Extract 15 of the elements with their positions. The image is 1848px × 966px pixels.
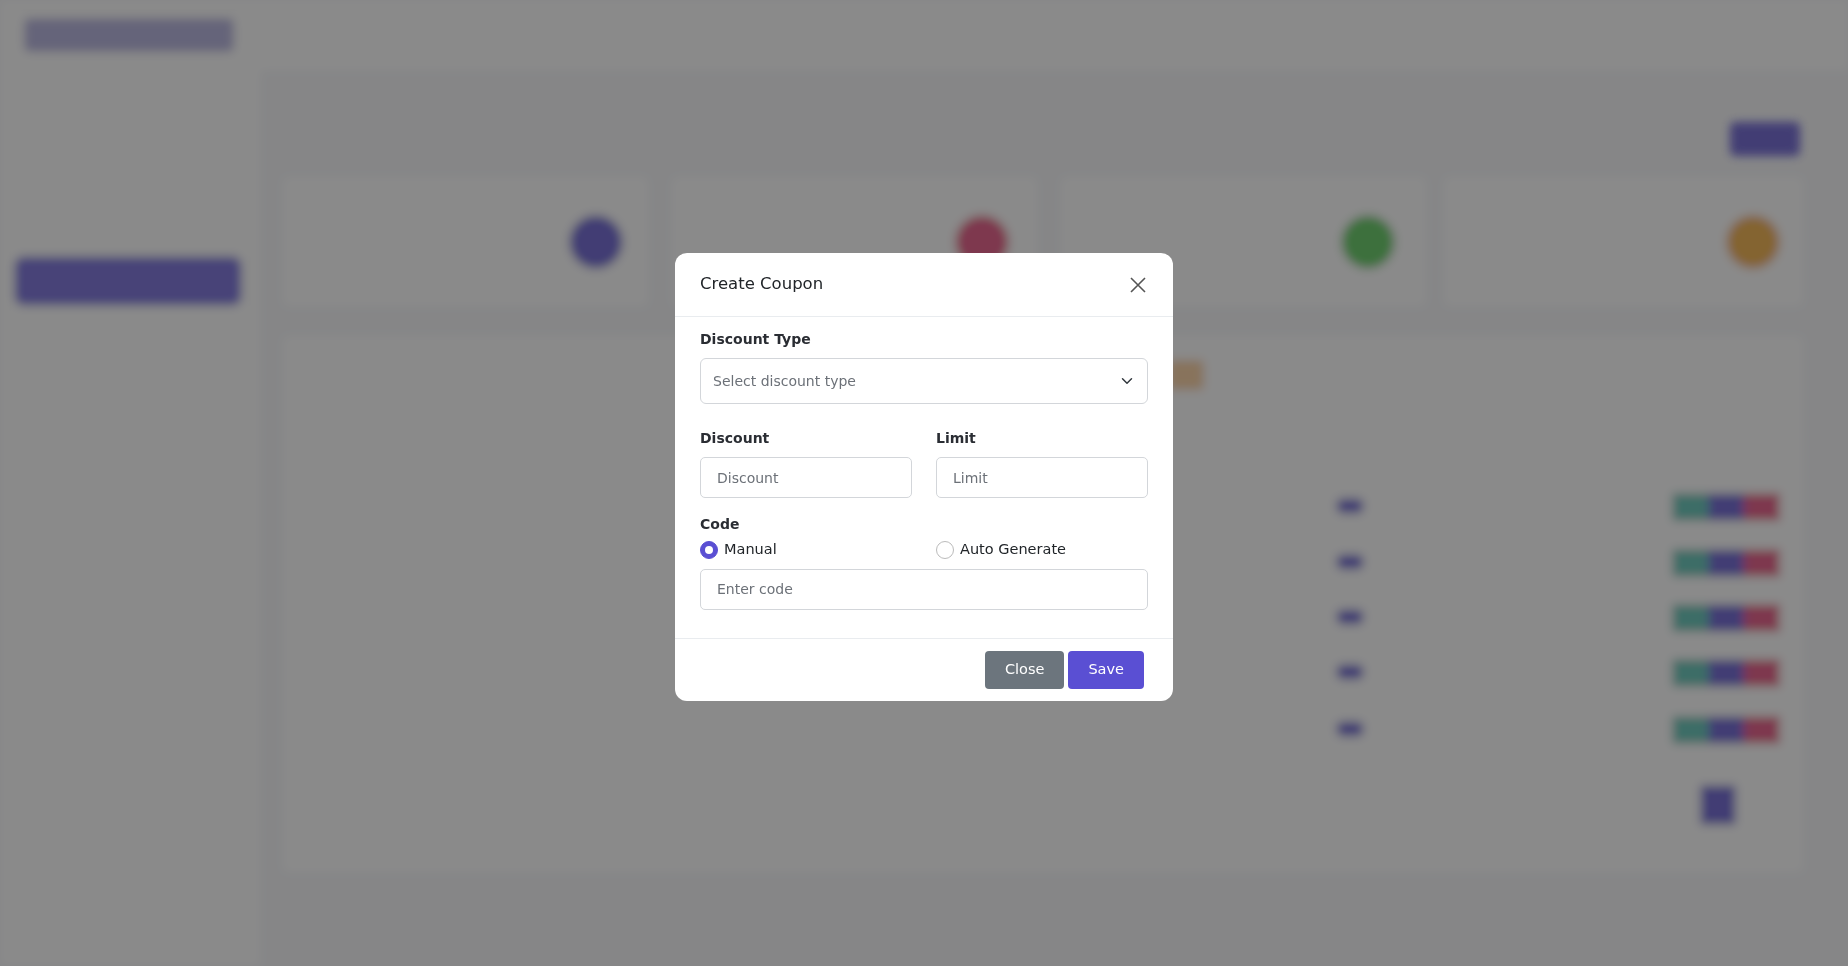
- field-label: Discount Type: [700, 330, 812, 349]
- input-field[interactable]: Limit: [936, 457, 1148, 498]
- radio-label[interactable]: Manual: [724, 539, 777, 561]
- field-label: Limit: [936, 429, 977, 448]
- field-label: Discount: [700, 429, 771, 448]
- radio-button[interactable]: [936, 540, 954, 559]
- radio-button[interactable]: [700, 540, 718, 559]
- discount-type-select[interactable]: Select discount type: [700, 358, 1148, 404]
- code-input-field[interactable]: Enter code: [700, 568, 1148, 610]
- input-field[interactable]: Discount: [700, 457, 912, 498]
- save-button[interactable]: Save: [1068, 650, 1144, 689]
- field-label: Code: [700, 515, 741, 534]
- dialog-title: Create Coupon: [700, 273, 824, 296]
- radio-label[interactable]: Auto Generate: [960, 539, 1066, 561]
- close-button[interactable]: Close: [984, 650, 1065, 689]
